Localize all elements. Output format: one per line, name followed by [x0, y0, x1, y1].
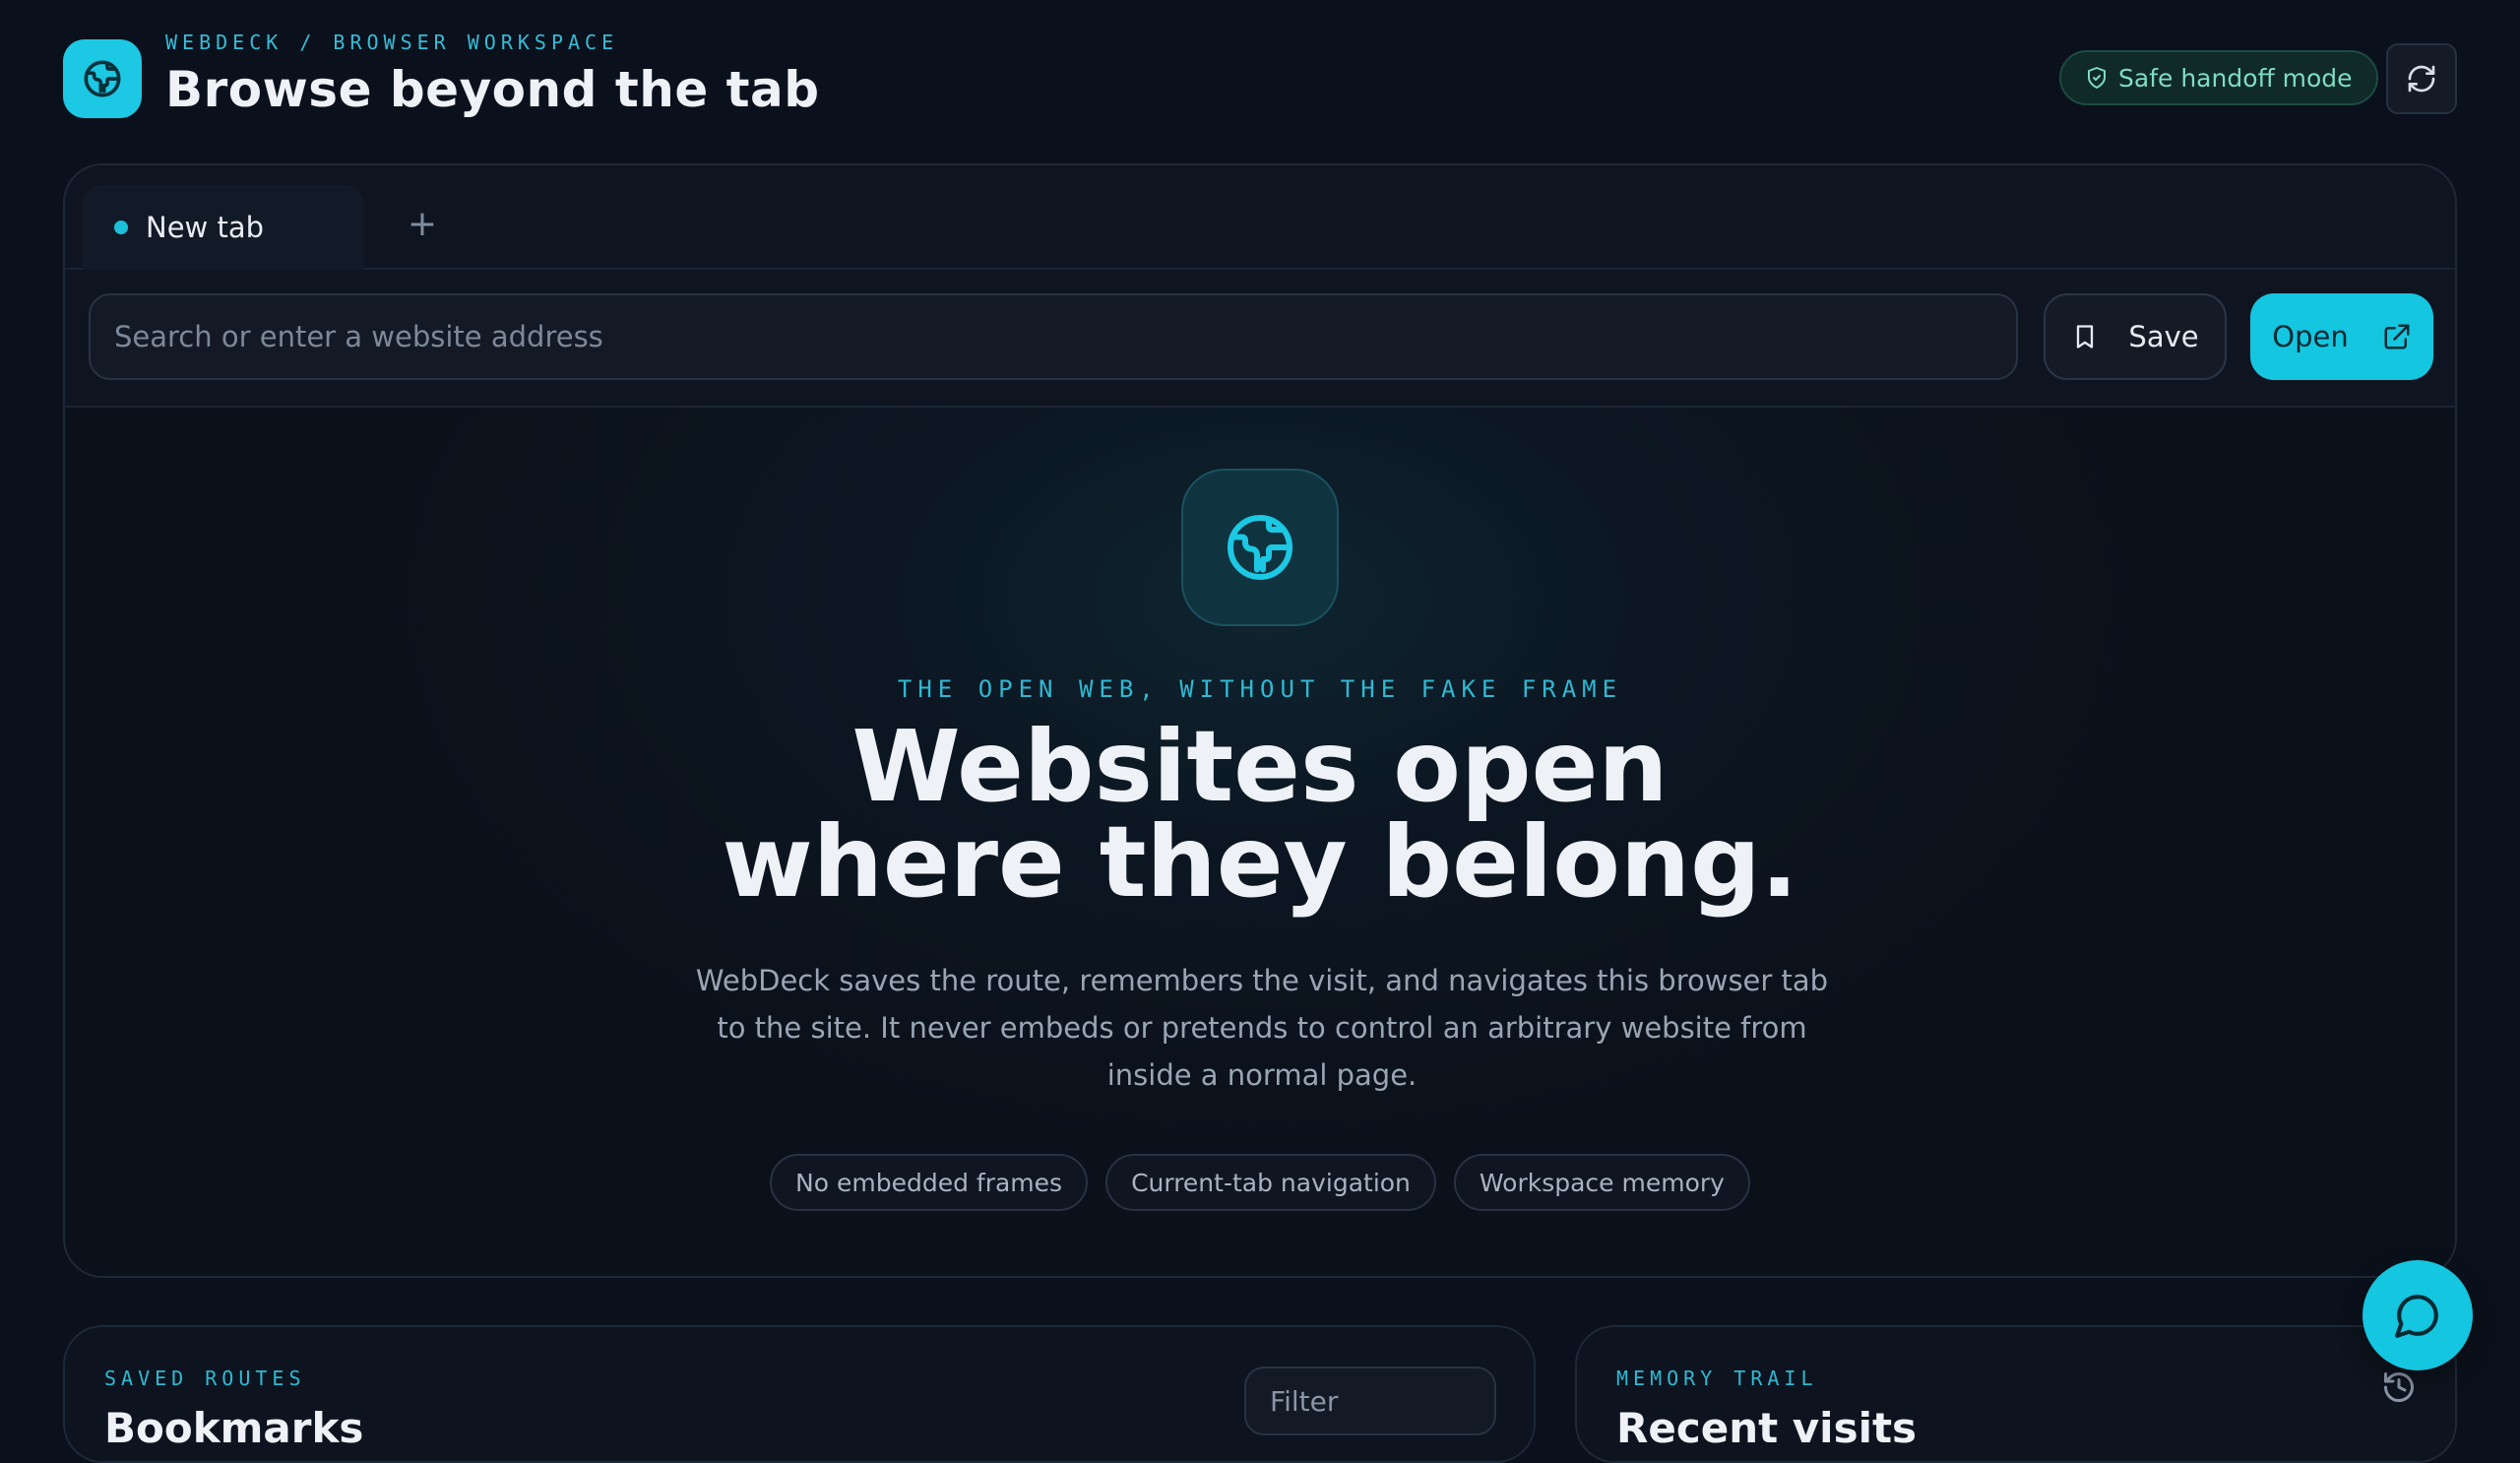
- browser-panel: New tab + Save Open THE OPEN WEB,: [63, 163, 2457, 1278]
- external-link-icon: [2384, 324, 2410, 350]
- history-icon: [2384, 1372, 2414, 1403]
- active-tab-indicator: [114, 221, 128, 234]
- feature-chip: Workspace memory: [1453, 1154, 1750, 1211]
- safe-mode-badge: Safe handoff mode: [2059, 50, 2378, 105]
- feature-chip: No embedded frames: [770, 1154, 1089, 1211]
- filter-input[interactable]: [1244, 1367, 1496, 1435]
- globe-icon: [84, 60, 121, 97]
- tab-bar: New tab +: [65, 165, 2455, 270]
- save-button[interactable]: Save: [2044, 293, 2227, 380]
- saved-routes-title: Bookmarks: [104, 1404, 364, 1452]
- saved-routes-card: SAVED ROUTES Bookmarks: [63, 1325, 1536, 1463]
- memory-trail-eyebrow: MEMORY TRAIL: [1616, 1367, 1818, 1390]
- hero-globe-badge: [1181, 469, 1339, 626]
- refresh-icon: [2408, 65, 2435, 93]
- hero-eyebrow: THE OPEN WEB, WITHOUT THE FAKE FRAME: [897, 675, 1623, 703]
- open-label: Open: [2272, 320, 2349, 353]
- hero-headline-line1: Websites open: [851, 709, 1669, 824]
- tab-label: New tab: [146, 211, 265, 244]
- hero-headline: Websites open where they belong.: [65, 709, 2455, 920]
- feature-chips: No embedded frames Current-tab navigatio…: [65, 1154, 2455, 1211]
- memory-trail-title: Recent visits: [1616, 1404, 1918, 1452]
- memory-trail-card: MEMORY TRAIL Recent visits: [1575, 1325, 2457, 1463]
- tab-new-tab[interactable]: New tab: [83, 185, 364, 270]
- saved-routes-eyebrow: SAVED ROUTES: [104, 1367, 306, 1390]
- refresh-button[interactable]: [2386, 43, 2457, 114]
- add-tab-button[interactable]: +: [398, 199, 447, 248]
- feature-chip: Current-tab navigation: [1105, 1154, 1436, 1211]
- safe-mode-label: Safe handoff mode: [2118, 63, 2353, 93]
- address-input[interactable]: [89, 293, 2018, 380]
- breadcrumb: WEBDECK / BROWSER WORKSPACE: [165, 31, 619, 54]
- chat-button[interactable]: [2362, 1260, 2473, 1370]
- address-bar: Save Open: [65, 270, 2455, 408]
- globe-icon: [1228, 515, 1292, 580]
- save-label: Save: [2128, 320, 2199, 353]
- history-button[interactable]: [2378, 1367, 2420, 1408]
- hero-headline-line2: where they belong.: [722, 804, 1798, 920]
- app-logo: [63, 39, 142, 118]
- hero-description: WebDeck saves the route, remembers the v…: [695, 964, 1829, 1092]
- shield-check-icon: [2088, 67, 2106, 89]
- open-button[interactable]: Open: [2250, 293, 2433, 380]
- chat-bubble-icon: [2395, 1295, 2438, 1338]
- page-title: Browse beyond the tab: [165, 61, 820, 118]
- bookmark-icon: [2077, 325, 2094, 349]
